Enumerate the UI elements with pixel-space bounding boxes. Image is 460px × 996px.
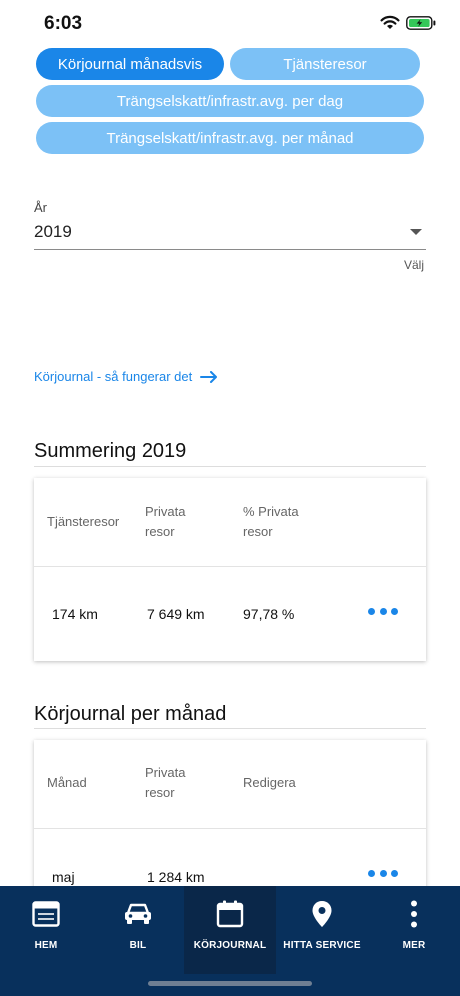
nav-label-korjournal: KÖRJOURNAL [193,940,267,951]
nav-item-bil[interactable]: BIL [92,886,184,974]
nav-label-hitta-service: HITTA SERVICE [283,940,361,951]
row-divider [34,566,426,567]
how-it-works-link[interactable]: Körjournal - så fungerar det [34,369,218,384]
summary-divider [34,466,426,467]
tab-trangselskatt-per-manad[interactable]: Trängselskatt/infrastr.avg. per månad [36,122,424,154]
year-select[interactable]: 2019 [34,222,72,242]
battery-icon [406,16,436,30]
more-horizontal-icon[interactable] [368,606,398,616]
status-bar: 6:03 [0,0,460,44]
nav-label-hem: HEM [34,940,58,951]
chevron-down-icon[interactable] [410,229,422,235]
row-divider [34,828,426,829]
month-private-km: 1 284 km [147,869,205,885]
nav-item-hem[interactable]: HEM [0,886,92,974]
header-manad: Månad [47,775,87,790]
browser-window-icon [32,901,60,927]
value-tjansteresor: 174 km [52,606,98,622]
home-indicator [148,981,312,986]
year-field-label: År [34,200,47,215]
nav-item-mer[interactable]: MER [368,886,460,974]
car-icon [125,903,151,924]
monthly-divider [34,728,426,729]
how-it-works-link-label: Körjournal - så fungerar det [34,369,193,384]
tab-trangselskatt-per-dag[interactable]: Trängselskatt/infrastr.avg. per dag [36,85,424,117]
header-privata-resor: Privata resor [145,765,186,800]
nav-label-bil: BIL [129,940,147,951]
calendar-icon [216,900,244,928]
monthly-title: Körjournal per månad [34,703,227,725]
header-redigera: Redigera [243,775,296,790]
year-field-underline [34,249,426,250]
more-vertical-icon [411,900,417,928]
status-time: 6:03 [44,13,83,34]
value-procent-privata-resor: 97,78 % [243,606,295,622]
nav-item-korjournal[interactable]: KÖRJOURNAL [184,886,276,974]
wifi-icon [380,15,400,29]
value-privata-resor: 7 649 km [147,606,205,622]
tab-tjansteresor[interactable]: Tjänsteresor [230,48,420,80]
header-privata-resor: Privata resor [145,504,186,539]
summary-card: Tjänsteresor Privata resor % Privata res… [34,478,426,661]
nav-item-hitta-service[interactable]: HITTA SERVICE [276,886,368,974]
arrow-right-icon [200,370,218,383]
month-name: maj [52,869,75,885]
year-field-helper: Välj [404,258,425,272]
header-procent-privata-resor: % Privata resor [243,504,299,539]
tab-korjournal-manadsvis[interactable]: Körjournal månadsvis [36,48,224,80]
more-horizontal-icon[interactable] [368,868,398,878]
nav-label-mer: MER [402,940,426,951]
summary-title: Summering 2019 [34,440,187,462]
location-pin-icon [312,901,332,927]
header-tjansteresor: Tjänsteresor [47,514,120,529]
bottom-navigation: HEM BIL KÖRJOURNAL HITTA SERVICE MER [0,886,460,996]
